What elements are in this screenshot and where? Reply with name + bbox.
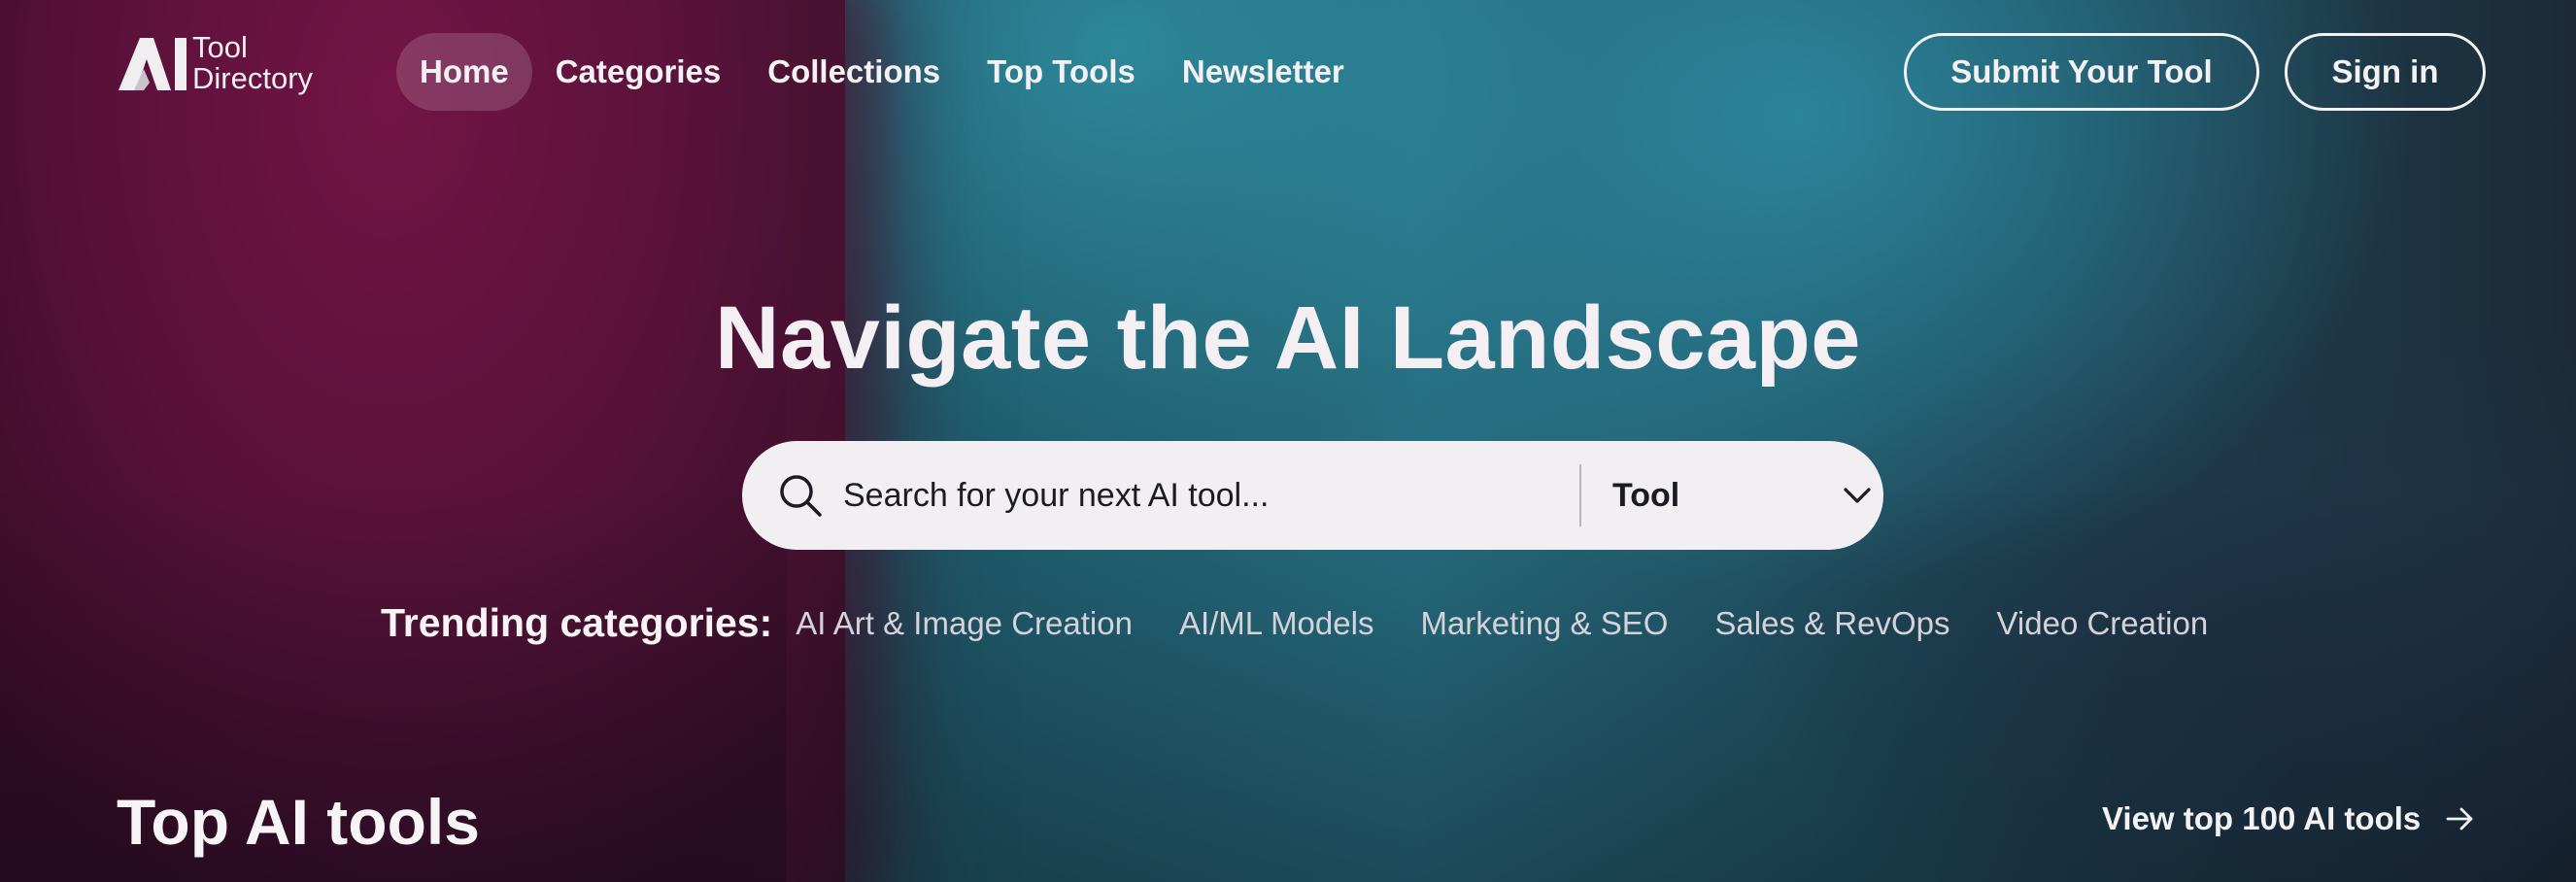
nav-categories[interactable]: Categories <box>532 33 745 111</box>
logo-mark-icon <box>119 38 186 90</box>
logo-line-1: Tool <box>192 30 248 64</box>
submit-tool-button[interactable]: Submit Your Tool <box>1904 33 2259 111</box>
search-icon[interactable] <box>777 472 824 519</box>
top-ai-tools-heading: Top AI tools <box>117 786 480 858</box>
main-nav: Home Categories Collections Top Tools Ne… <box>396 33 1368 111</box>
trending-link-ai-ml-models[interactable]: AI/ML Models <box>1179 605 1374 642</box>
nav-home[interactable]: Home <box>396 33 532 111</box>
search-bar: Tool <box>742 441 1883 550</box>
nav-collections[interactable]: Collections <box>744 33 964 111</box>
sign-in-button[interactable]: Sign in <box>2285 33 2486 111</box>
search-input[interactable] <box>843 476 1562 515</box>
chevron-down-icon <box>1844 488 1871 503</box>
logo-line-2: Directory <box>192 61 314 95</box>
trending-link-sales-revops[interactable]: Sales & RevOps <box>1714 605 1949 642</box>
trending-label: Trending categories: <box>381 600 773 645</box>
search-divider <box>1579 464 1581 526</box>
view-top-100-label: View top 100 AI tools <box>2102 800 2422 836</box>
hero-title: Navigate the AI Landscape <box>715 288 1861 388</box>
trending-link-marketing-seo[interactable]: Marketing & SEO <box>1420 605 1668 642</box>
nav-top-tools[interactable]: Top Tools <box>964 33 1159 111</box>
trending-link-video-creation[interactable]: Video Creation <box>1997 605 2209 642</box>
view-top-100-link[interactable]: View top 100 AI tools <box>2102 800 2477 837</box>
search-type-select[interactable]: Tool <box>1612 477 1875 515</box>
arrow-right-icon <box>2446 807 2473 831</box>
nav-newsletter[interactable]: Newsletter <box>1159 33 1368 111</box>
trending-categories: Trending categories: AI Art & Image Crea… <box>381 600 2254 646</box>
search-type-value: Tool <box>1612 476 1680 514</box>
logo-text: Tool Directory <box>192 32 313 94</box>
trending-link-ai-art[interactable]: AI Art & Image Creation <box>796 605 1133 642</box>
site-logo[interactable]: Tool Directory <box>115 29 313 97</box>
